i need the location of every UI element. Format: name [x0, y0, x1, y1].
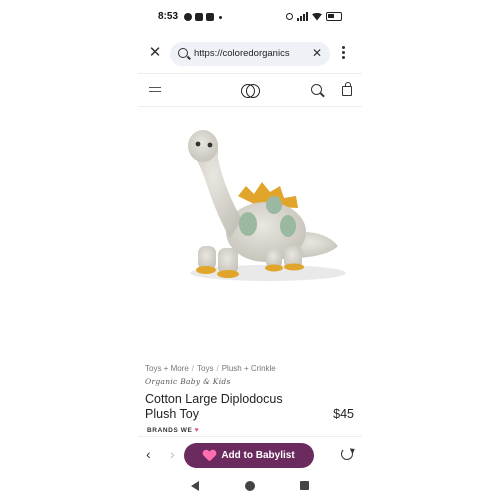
android-recents-icon[interactable]	[300, 481, 309, 490]
breadcrumb-link[interactable]: Plush + Crinkle	[222, 364, 276, 373]
notification-icons	[184, 13, 222, 21]
android-home-icon[interactable]	[245, 481, 255, 491]
product-price: $45	[333, 407, 354, 421]
url-text[interactable]: https://coloredorganics	[194, 48, 302, 59]
phone-screen: 8:53 ✕ https://coloredorganics ✕ Toys + …	[138, 0, 362, 500]
reload-icon[interactable]	[341, 448, 353, 460]
dinosaur-plush-image	[188, 130, 346, 281]
kebab-menu-icon[interactable]	[341, 46, 345, 59]
android-back-icon[interactable]	[191, 481, 199, 491]
site-logo[interactable]	[241, 83, 261, 99]
wifi-icon	[312, 12, 322, 21]
hotspot-icon	[286, 13, 293, 20]
system-icons	[286, 12, 342, 21]
signal-icon	[297, 12, 308, 21]
brand-name[interactable]: Organic Baby & Kids	[145, 377, 231, 386]
brands-we-badge: BRANDS WE ♥	[147, 427, 199, 434]
status-bar: 8:53	[138, 8, 362, 26]
search-icon	[178, 48, 188, 58]
back-chevron-icon[interactable]: ‹	[146, 446, 151, 462]
android-nav-bar	[138, 476, 362, 496]
status-time: 8:53	[158, 11, 179, 22]
hamburger-menu-icon[interactable]	[149, 87, 161, 95]
product-title: Cotton Large Diplodocus Plush Toy	[145, 392, 283, 421]
url-bar[interactable]: https://coloredorganics ✕	[170, 42, 330, 66]
breadcrumb-link[interactable]: Toys	[197, 364, 213, 373]
site-header	[138, 73, 362, 107]
breadcrumb: Toys + More / Toys / Plush + Crinkle	[145, 364, 276, 373]
close-icon[interactable]: ✕	[147, 45, 163, 61]
youtube-icon	[195, 13, 203, 21]
add-to-babylist-button[interactable]: Add to Babylist	[184, 443, 314, 468]
app-icon	[206, 13, 214, 21]
bottom-toolbar: ‹ › Add to Babylist	[138, 436, 362, 472]
product-image[interactable]	[138, 108, 362, 308]
more-notifications-icon	[219, 15, 222, 19]
forward-chevron-icon[interactable]: ›	[170, 446, 175, 462]
shopping-bag-icon[interactable]	[342, 82, 352, 96]
battery-icon	[326, 12, 342, 21]
add-to-babylist-label: Add to Babylist	[221, 450, 295, 461]
breadcrumb-link[interactable]: Toys + More	[145, 364, 189, 373]
messenger-icon	[184, 13, 192, 21]
brands-we-label: BRANDS WE	[147, 427, 193, 434]
browser-url-row: ✕ https://coloredorganics ✕	[138, 40, 362, 68]
site-search-icon[interactable]	[311, 84, 322, 95]
clear-url-icon[interactable]: ✕	[312, 46, 322, 60]
babylist-heart-icon	[203, 450, 216, 462]
heart-icon: ♥	[194, 427, 200, 434]
